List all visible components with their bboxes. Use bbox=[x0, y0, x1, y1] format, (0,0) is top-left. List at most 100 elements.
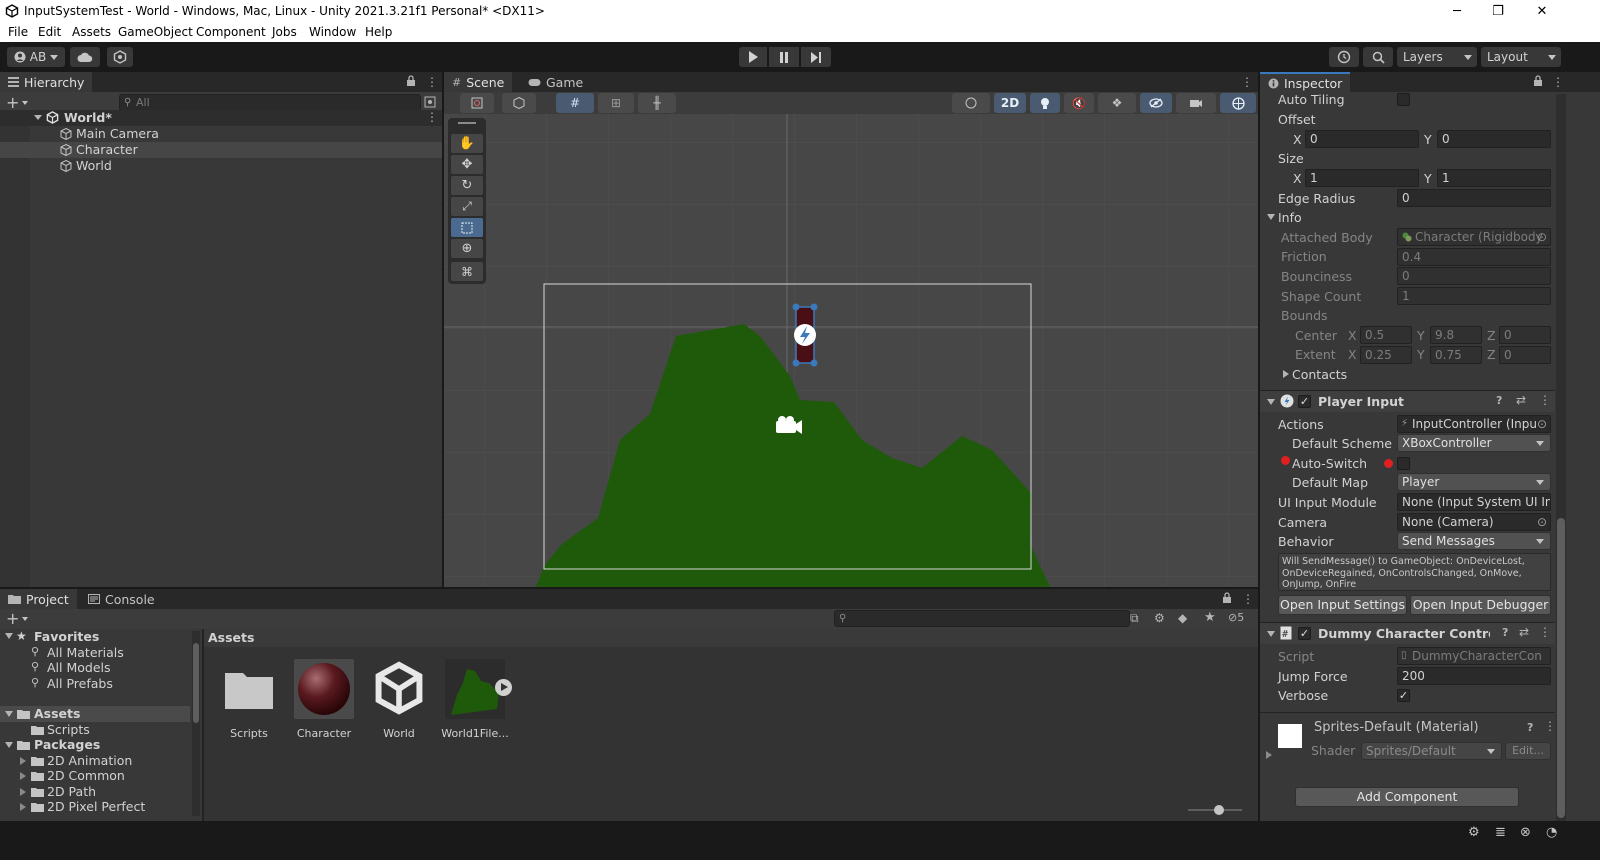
search-by-type-icon[interactable]: ⧉ bbox=[1130, 611, 1139, 626]
chevron-down-icon[interactable] bbox=[22, 617, 28, 621]
expand-arrow-icon[interactable] bbox=[1266, 751, 1272, 759]
list-item[interactable]: Character bbox=[0, 142, 442, 158]
info-foldout-label[interactable]: Info bbox=[1278, 210, 1302, 226]
search-button[interactable] bbox=[1363, 47, 1393, 67]
close-window-button[interactable]: ✕ bbox=[1522, 0, 1562, 22]
lighting-toggle[interactable] bbox=[1030, 93, 1060, 113]
preset-icon[interactable]: ⇄ bbox=[1516, 393, 1526, 407]
tab-project[interactable]: Project bbox=[0, 589, 77, 609]
account-dropdown[interactable]: AB bbox=[7, 47, 65, 67]
label-icon[interactable]: ◆ bbox=[1178, 611, 1187, 625]
expand-arrow-icon[interactable] bbox=[1267, 631, 1275, 637]
debug-mode-icon[interactable]: ⊗ bbox=[1520, 825, 1531, 840]
menu-gameobject[interactable]: GameObject bbox=[118, 25, 193, 39]
increment-snap-dropdown[interactable]: ╫ bbox=[638, 93, 676, 113]
rect-tool-button[interactable] bbox=[451, 218, 483, 237]
hand-tool-button[interactable]: ✋ bbox=[451, 134, 483, 153]
auto-tiling-checkbox[interactable] bbox=[1397, 93, 1410, 106]
tab-inspector[interactable]: Inspector bbox=[1260, 72, 1351, 92]
grid-snap-dropdown[interactable]: # bbox=[556, 93, 594, 113]
filter-type-icon[interactable]: ⚙ bbox=[1154, 611, 1165, 625]
packages-label[interactable]: Packages bbox=[34, 737, 100, 753]
scale-tool-button[interactable]: ⤢ bbox=[451, 197, 483, 216]
asset-item[interactable]: World1File... bbox=[440, 659, 512, 740]
render-mode-dropdown[interactable] bbox=[952, 93, 990, 113]
ui-input-module-field[interactable]: None (Input System UI In bbox=[1397, 493, 1551, 511]
preset-icon[interactable]: ⇄ bbox=[1519, 625, 1529, 639]
expand-arrow-icon[interactable] bbox=[5, 711, 13, 717]
expand-arrow-icon[interactable] bbox=[20, 788, 26, 796]
scene-visibility-icon[interactable] bbox=[424, 96, 436, 108]
mode-2d-toggle[interactable]: 2D bbox=[994, 93, 1026, 113]
verbose-checkbox[interactable]: ✓ bbox=[1397, 689, 1410, 702]
player-input-header[interactable]: ✓ Player Input ? ⇄ ⋮ bbox=[1260, 390, 1555, 412]
package-item[interactable]: 2D Path bbox=[47, 784, 96, 800]
add-component-button[interactable]: Add Component bbox=[1295, 787, 1519, 807]
help-icon[interactable]: ? bbox=[1496, 394, 1502, 407]
expand-arrow-icon[interactable] bbox=[1267, 214, 1275, 220]
menu-file[interactable]: File bbox=[8, 25, 28, 39]
package-item[interactable]: 2D Pixel Perfect bbox=[47, 799, 145, 815]
open-input-settings-button[interactable]: Open Input Settings bbox=[1278, 595, 1407, 615]
assets-child-item[interactable]: Scripts bbox=[47, 722, 90, 738]
inspector-scrollbar[interactable] bbox=[1556, 94, 1566, 821]
list-item[interactable]: World bbox=[0, 158, 442, 174]
step-button[interactable] bbox=[801, 47, 831, 67]
menu-window[interactable]: Window bbox=[309, 25, 356, 39]
expand-arrow-icon[interactable] bbox=[1283, 370, 1289, 378]
offset-y-field[interactable]: 0 bbox=[1437, 130, 1551, 148]
star-icon[interactable]: ★ bbox=[1204, 610, 1216, 625]
scrollbar-thumb[interactable] bbox=[1557, 518, 1565, 818]
asset-item[interactable]: World bbox=[364, 659, 434, 740]
offset-x-field[interactable]: 0 bbox=[1305, 130, 1419, 148]
list-item[interactable]: Main Camera bbox=[0, 126, 442, 142]
open-input-debugger-button[interactable]: Open Input Debugger bbox=[1410, 595, 1551, 615]
audio-toggle[interactable]: 🔇 bbox=[1064, 93, 1094, 113]
expand-arrow-icon[interactable] bbox=[1267, 399, 1275, 405]
minimize-button[interactable]: ─ bbox=[1437, 0, 1477, 22]
maximize-button[interactable]: ❐ bbox=[1478, 0, 1518, 22]
expand-arrow-icon[interactable] bbox=[34, 115, 42, 120]
camera-settings-dropdown[interactable] bbox=[1176, 93, 1216, 113]
menu-assets[interactable]: Assets bbox=[72, 25, 111, 39]
grid-visibility-dropdown[interactable]: ⊞ bbox=[598, 93, 634, 113]
lock-icon[interactable] bbox=[1222, 592, 1232, 604]
tree-scrollbar[interactable] bbox=[192, 631, 200, 816]
favorite-item[interactable]: All Prefabs bbox=[47, 676, 113, 692]
lock-icon[interactable] bbox=[1533, 75, 1543, 87]
progress-icon[interactable]: ◔ bbox=[1546, 825, 1557, 840]
breadcrumb-assets[interactable]: Assets bbox=[208, 630, 254, 646]
custom-tool-button[interactable]: ⌘ bbox=[451, 262, 483, 281]
tab-scene[interactable]: # Scene bbox=[444, 72, 513, 92]
scrollbar-thumb[interactable] bbox=[193, 643, 199, 723]
zoom-slider-thumb[interactable] bbox=[1214, 805, 1224, 815]
object-picker-icon[interactable]: ⊙ bbox=[1537, 514, 1547, 530]
expand-arrow-icon[interactable] bbox=[20, 772, 26, 780]
scene-root-row[interactable]: World* ⋮ bbox=[0, 110, 442, 126]
jump-force-field[interactable]: 200 bbox=[1397, 667, 1551, 685]
undo-history-button[interactable] bbox=[1329, 47, 1359, 67]
more-menu-icon[interactable]: ⋮ bbox=[426, 110, 438, 124]
contacts-foldout-label[interactable]: Contacts bbox=[1292, 367, 1347, 383]
default-scheme-dropdown[interactable]: XBoxController bbox=[1397, 434, 1551, 452]
actions-field[interactable]: ⚡ InputController (Input ⊙ bbox=[1397, 415, 1551, 433]
size-y-field[interactable]: 1 bbox=[1437, 169, 1551, 187]
tab-game[interactable]: Game bbox=[520, 72, 591, 92]
more-menu-icon[interactable]: ⋮ bbox=[1241, 75, 1253, 89]
gizmos-dropdown[interactable] bbox=[1220, 93, 1256, 113]
dummy-controller-header[interactable]: # ✓ Dummy Character Controller ( ? ⇄ ⋮ bbox=[1260, 622, 1555, 644]
asset-item[interactable]: Scripts bbox=[214, 659, 284, 740]
more-menu-icon[interactable]: ⋮ bbox=[1539, 393, 1551, 407]
size-x-field[interactable]: 1 bbox=[1305, 169, 1419, 187]
baking-icon[interactable]: ⚙ bbox=[1468, 825, 1480, 840]
hierarchy-search-input[interactable]: ⚲ All bbox=[119, 94, 421, 111]
character-sprite[interactable] bbox=[792, 303, 818, 367]
expand-arrow-icon[interactable] bbox=[20, 803, 26, 811]
favorites-label[interactable]: Favorites bbox=[34, 629, 99, 645]
palette-handle[interactable] bbox=[458, 122, 476, 124]
chevron-down-icon[interactable] bbox=[22, 101, 28, 105]
asset-item[interactable]: Character bbox=[289, 659, 359, 740]
favorite-item[interactable]: All Models bbox=[47, 660, 111, 676]
shader-edit-button[interactable]: Edit... bbox=[1505, 742, 1551, 760]
behavior-dropdown[interactable]: Send Messages bbox=[1397, 532, 1551, 550]
